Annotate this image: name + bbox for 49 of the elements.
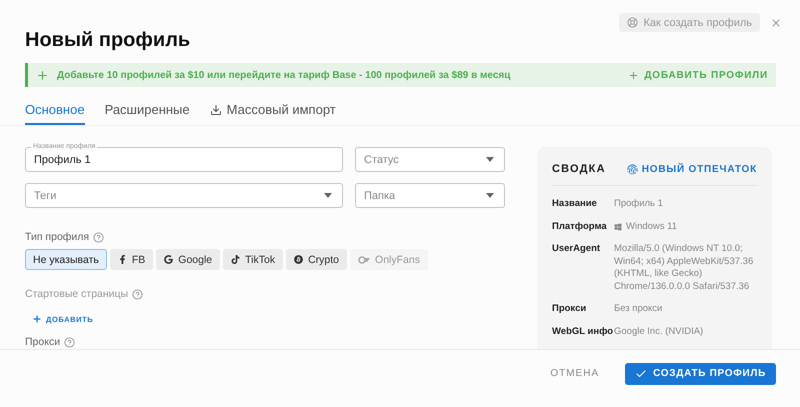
windows-icon <box>614 222 622 230</box>
help-icon <box>64 336 76 348</box>
profile-type-option[interactable]: Google <box>156 249 220 270</box>
summary-value: Windows 11 <box>626 220 678 233</box>
start-pages-label: Стартовые страницы <box>25 288 128 300</box>
dialog-title: Новый профиль <box>25 28 192 52</box>
banner-text: Добавьте 10 профилей за $10 или перейдите на тариф Base - 100 профилей за $89 в месяц <box>57 70 512 80</box>
tab[interactable]: Основное <box>25 95 85 125</box>
plus-icon <box>36 68 49 82</box>
new-fingerprint-button[interactable]: НОВЫЙ ОТПЕЧАТОК <box>626 164 757 174</box>
summary-value: Без прокси <box>614 303 662 316</box>
summary-label: Прокси <box>552 303 588 316</box>
fingerprint-icon <box>626 164 638 174</box>
close-icon <box>770 16 782 28</box>
tags-select[interactable]: Теги <box>25 183 343 208</box>
caret-icon <box>486 157 494 162</box>
tab[interactable]: Расширенные <box>104 95 190 125</box>
summary-label: Платформа <box>552 220 608 233</box>
profile-type-option[interactable]: Не указывать <box>25 249 107 270</box>
profile-type-option[interactable]: FB <box>110 249 154 270</box>
check-icon <box>635 368 648 380</box>
plus-icon <box>32 314 42 324</box>
profile-type-label: Тип профиля <box>25 231 90 243</box>
help-icon <box>93 232 104 242</box>
status-select[interactable]: Статус <box>355 147 505 172</box>
summary-value: Mozilla/5.0 (Windows NT 10.0; Win64; x64) AppleWebKit/537.36 (KHTML, like Gecko) Chrome/136.0.0.0 Safari/537.36 <box>614 243 754 293</box>
summary-label: WebGL инфо <box>552 326 614 338</box>
summary-value: Профиль 1 <box>614 198 663 210</box>
close-button[interactable] <box>770 16 782 28</box>
tiktok-icon <box>231 255 240 264</box>
summary-title: СВОДКА <box>552 163 606 175</box>
create-profile-button[interactable]: СОЗДАТЬ ПРОФИЛЬ <box>625 362 776 384</box>
tab[interactable]: Массовый импорт <box>210 95 336 125</box>
summary-label: Название <box>552 198 598 210</box>
plus-icon <box>628 70 640 80</box>
bitcoin-icon <box>294 255 304 264</box>
profile-type-option[interactable]: TikTok <box>223 249 284 270</box>
download-icon <box>210 104 222 116</box>
caret-icon <box>324 193 332 198</box>
facebook-icon <box>118 255 127 264</box>
caret-icon <box>486 193 494 198</box>
proxy-label: Прокси <box>25 336 60 348</box>
folder-select[interactable]: Папка <box>355 183 505 208</box>
summary-label: UserAgent <box>552 243 602 256</box>
lifebuoy-icon <box>626 17 638 28</box>
help-icon <box>132 288 144 300</box>
google-icon <box>164 255 174 264</box>
summary-value: Google Inc. (NVIDIA) <box>614 326 704 338</box>
profile-type-option[interactable]: Crypto <box>286 249 348 270</box>
